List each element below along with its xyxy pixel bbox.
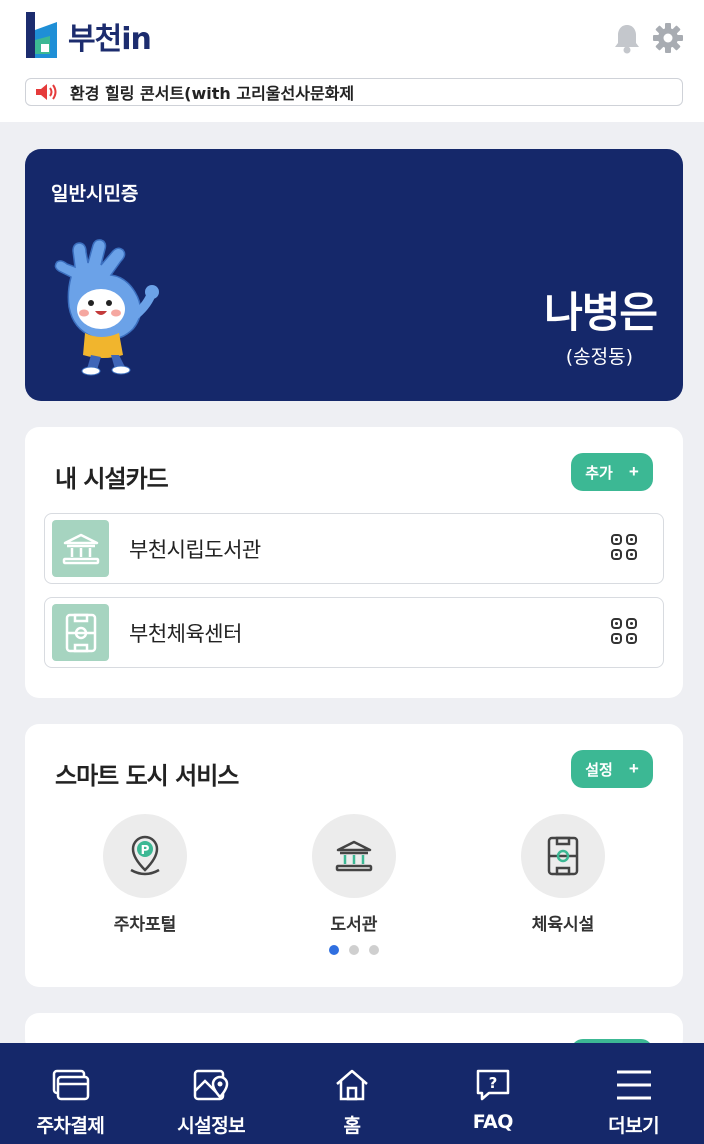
service-library[interactable]: 도서관 [284,814,424,935]
citizen-id-card[interactable]: 일반시민증 나병은 (송정동) [25,149,683,401]
facility-card-library[interactable]: 부천시립도서관 [44,513,664,584]
question-chat-icon: ? [476,1069,510,1101]
map-pin-icon [193,1069,229,1101]
nav-label: 더보기 [608,1115,660,1137]
add-button-label: 추가 [585,464,613,482]
nav-home[interactable]: 홈 [282,1043,423,1144]
citizen-dong: (송정동) [565,346,633,368]
facility-card-sports-center[interactable]: 부천체육센터 [44,597,664,668]
section-title: 내 시설카드 [55,465,169,493]
nav-label: 시설정보 [177,1115,246,1137]
facility-label: 부천시립도서관 [129,537,261,562]
mascot-character-icon [54,239,159,376]
my-facility-cards-section: 내 시설카드 추가 + 부천시립도서관 부천체육센터 [25,427,683,698]
home-icon [336,1069,368,1101]
plus-icon: + [628,462,639,481]
nav-faq[interactable]: ? FAQ [422,1043,563,1144]
notice-text: 환경 힐링 콘서트(with 고리울선사문화제 [70,84,355,103]
svg-text:P: P [141,843,150,857]
library-icon [52,520,109,577]
add-facility-card-button[interactable]: 추가 + [571,453,653,491]
section-title: 스마트 도시 서비스 [55,762,239,790]
service-label: 주차포털 [113,915,177,935]
nav-label: FAQ [472,1111,514,1133]
speaker-icon [36,84,57,100]
plus-icon: + [628,759,639,778]
page-dot[interactable] [349,945,359,955]
app-logo[interactable]: 부천in [24,10,152,62]
notice-banner[interactable]: 환경 힐링 콘서트(with 고리울선사문화제 [25,78,683,106]
menu-icon [616,1070,651,1100]
nav-more[interactable]: 더보기 [563,1043,704,1144]
bucheon-logo-icon [26,12,57,58]
gear-icon[interactable] [652,22,684,54]
service-settings-button[interactable]: 설정 + [571,750,653,788]
nav-label: 주차결제 [36,1115,105,1137]
nav-parking-payment[interactable]: 주차결제 [0,1043,141,1144]
nav-label: 홈 [343,1115,361,1137]
service-parking-portal[interactable]: P 주차포털 [75,814,215,935]
nav-facility-info[interactable]: 시설정보 [141,1043,282,1144]
sports-field-icon [521,814,605,898]
citizen-name: 나병은 [544,288,658,337]
service-sports-facility[interactable]: 체육시설 [493,814,633,935]
facility-label: 부천체육센터 [129,621,242,646]
page-dot-active[interactable] [329,945,339,955]
library-icon [312,814,396,898]
page-dot[interactable] [369,945,379,955]
bell-icon[interactable] [612,22,642,54]
service-label: 체육시설 [531,915,595,935]
smart-city-services-section: 스마트 도시 서비스 설정 + P 주차포털 도서관 체육시설 [25,724,683,987]
svg-text:?: ? [488,1074,497,1092]
service-label: 도서관 [330,915,378,935]
card-payment-icon [53,1069,90,1101]
id-card-type: 일반시민증 [51,183,139,205]
bottom-navigation: 주차결제 시설정보 홈 ? FAQ 더보기 [0,1043,704,1144]
carousel-pagination [25,945,683,955]
app-name: 부천in [68,22,152,57]
settings-button-label: 설정 [585,761,613,779]
parking-pin-icon: P [103,814,187,898]
app-header: 부천in 환경 힐링 콘서트(with 고리울선사문화제 [0,0,704,122]
qr-code-icon[interactable] [609,616,639,646]
sports-field-icon [52,604,109,661]
qr-code-icon[interactable] [609,532,639,562]
